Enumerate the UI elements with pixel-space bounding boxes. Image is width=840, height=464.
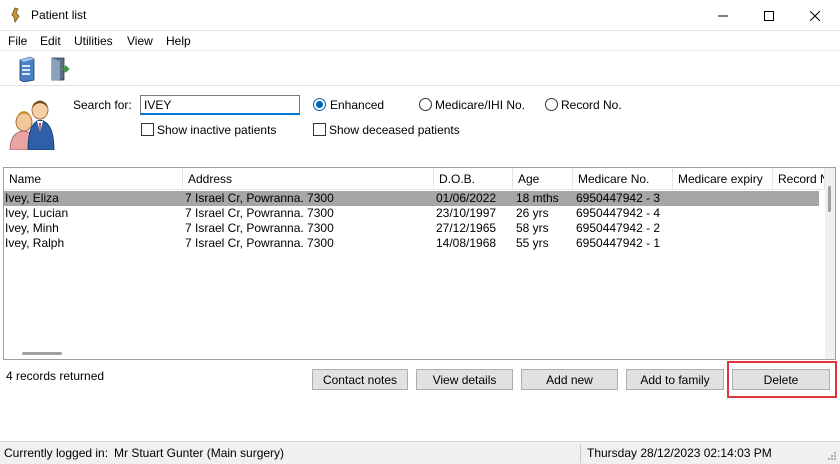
server-button[interactable] xyxy=(16,56,38,83)
radio-record-no-label: Record No. xyxy=(561,98,622,112)
table-row[interactable]: Ivey, Minh 7 Israel Cr, Powranna. 7300 2… xyxy=(4,221,819,236)
column-header-medicare-expiry[interactable]: Medicare expiry xyxy=(673,168,773,190)
cell-dob: 01/06/2022 xyxy=(436,191,497,205)
show-deceased-label: Show deceased patients xyxy=(329,123,460,137)
exit-button[interactable] xyxy=(48,56,70,82)
add-new-button[interactable]: Add new xyxy=(521,369,618,390)
resize-grip-icon[interactable] xyxy=(826,450,838,462)
logged-in-user: Mr Stuart Gunter (Main surgery) xyxy=(114,446,285,460)
menu-bar: File Edit Utilities View Help xyxy=(0,31,840,51)
menu-utilities[interactable]: Utilities xyxy=(74,34,113,48)
patients-icon xyxy=(9,100,55,150)
search-input[interactable] xyxy=(140,95,300,115)
radio-enhanced-label: Enhanced xyxy=(330,98,385,112)
column-header-medicare[interactable]: Medicare No. xyxy=(573,168,673,190)
radio-record-no-dot xyxy=(545,98,558,111)
cell-age: 55 yrs xyxy=(516,236,549,250)
vertical-scroll-thumb[interactable] xyxy=(828,186,831,212)
add-to-family-button[interactable]: Add to family xyxy=(626,369,724,390)
cell-dob: 27/12/1965 xyxy=(436,221,497,235)
delete-button[interactable]: Delete xyxy=(732,369,830,390)
cell-medicare: 6950447942 - 2 xyxy=(576,221,661,235)
vertical-scrollbar[interactable] xyxy=(825,168,835,359)
cell-address: 7 Israel Cr, Powranna. 7300 xyxy=(185,221,334,235)
cell-name: Ivey, Minh xyxy=(5,221,59,235)
table-row[interactable]: Ivey, Eliza 7 Israel Cr, Powranna. 7300 … xyxy=(4,191,819,206)
column-header-dob[interactable]: D.O.B. xyxy=(434,168,513,190)
title-bar[interactable]: Patient list xyxy=(0,0,840,31)
cell-name: Ivey, Lucian xyxy=(5,206,69,220)
radio-medicare-ihi-label: Medicare/IHI No. xyxy=(435,98,526,112)
minimize-icon xyxy=(718,15,728,16)
horizontal-scroll-thumb[interactable] xyxy=(22,352,62,355)
view-details-button[interactable]: View details xyxy=(416,369,513,390)
menu-help[interactable]: Help xyxy=(166,34,191,48)
logged-in-label: Currently logged in: xyxy=(4,446,109,460)
radio-medicare-ihi[interactable] xyxy=(419,98,432,111)
patient-list[interactable]: Name Address D.O.B. Age Medicare No. Med… xyxy=(3,167,836,360)
column-header-name[interactable]: Name xyxy=(4,168,183,190)
radio-enhanced-dot xyxy=(313,98,326,111)
cell-name: Ivey, Ralph xyxy=(5,236,65,250)
maximize-button[interactable] xyxy=(746,0,792,31)
search-label: Search for: xyxy=(73,98,132,112)
cell-address: 7 Israel Cr, Powranna. 7300 xyxy=(185,206,334,220)
cell-age: 58 yrs xyxy=(516,221,549,235)
menu-edit[interactable]: Edit xyxy=(40,34,61,48)
cell-age: 18 mths xyxy=(516,191,559,205)
menu-file[interactable]: File xyxy=(8,34,27,48)
maximize-icon xyxy=(764,10,774,21)
cell-address: 7 Israel Cr, Powranna. 7300 xyxy=(185,236,334,250)
cell-dob: 14/08/1968 xyxy=(436,236,497,250)
show-inactive-checkbox[interactable] xyxy=(141,123,154,136)
close-button[interactable] xyxy=(792,0,838,31)
cell-age: 26 yrs xyxy=(516,206,549,220)
cell-medicare: 6950447942 - 4 xyxy=(576,206,661,220)
menu-view[interactable]: View xyxy=(127,34,153,48)
cell-name: Ivey, Eliza xyxy=(5,191,59,205)
window-title: Patient list xyxy=(31,8,87,22)
radio-enhanced[interactable] xyxy=(313,98,326,111)
table-row[interactable]: Ivey, Ralph 7 Israel Cr, Powranna. 7300 … xyxy=(4,236,819,251)
column-header-record-no[interactable]: Record No. xyxy=(773,168,825,190)
minimize-button[interactable] xyxy=(700,0,746,31)
door-exit-icon xyxy=(51,57,70,81)
show-inactive-label: Show inactive patients xyxy=(157,123,277,137)
toolbar xyxy=(0,52,840,86)
radio-medicare-ihi-dot xyxy=(419,98,432,111)
cell-medicare: 6950447942 - 3 xyxy=(576,191,661,205)
status-bar: Currently logged in: Mr Stuart Gunter (M… xyxy=(0,441,840,464)
radio-record-no[interactable] xyxy=(545,98,558,111)
server-icon xyxy=(19,56,35,83)
column-header-age[interactable]: Age xyxy=(513,168,573,190)
column-header-address[interactable]: Address xyxy=(183,168,434,190)
cell-medicare: 6950447942 - 1 xyxy=(576,236,661,250)
table-row[interactable]: Ivey, Lucian 7 Israel Cr, Powranna. 7300… xyxy=(4,206,819,221)
status-datetime: Thursday 28/12/2023 02:14:03 PM xyxy=(587,446,772,460)
contact-notes-button[interactable]: Contact notes xyxy=(312,369,408,390)
list-header: Name Address D.O.B. Age Medicare No. Med… xyxy=(4,168,825,190)
close-icon xyxy=(810,10,820,21)
cell-dob: 23/10/1997 xyxy=(436,206,497,220)
show-deceased-checkbox[interactable] xyxy=(313,123,326,136)
status-divider xyxy=(580,444,581,463)
app-logo-icon xyxy=(11,7,20,23)
records-returned: 4 records returned xyxy=(6,369,105,383)
cell-address: 7 Israel Cr, Powranna. 7300 xyxy=(185,191,334,205)
